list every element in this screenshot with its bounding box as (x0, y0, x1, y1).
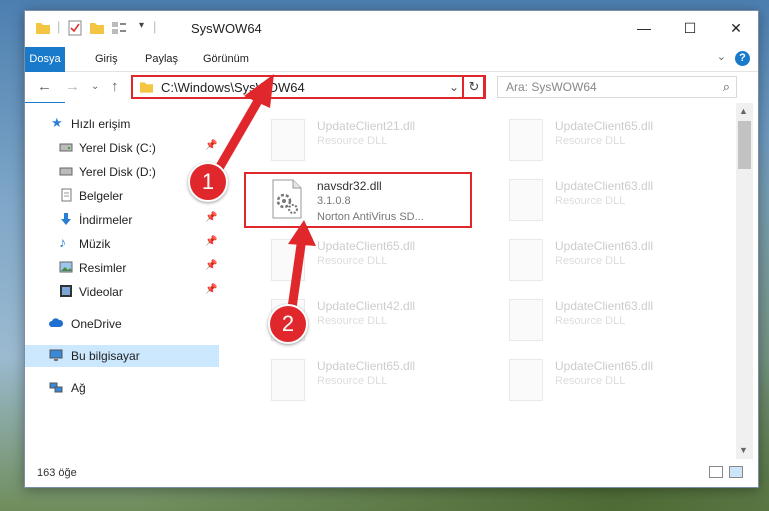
callout-badge-2: 2 (268, 304, 308, 344)
callout-arrows (213, 74, 316, 313)
callout-badge-1: 1 (188, 162, 228, 202)
